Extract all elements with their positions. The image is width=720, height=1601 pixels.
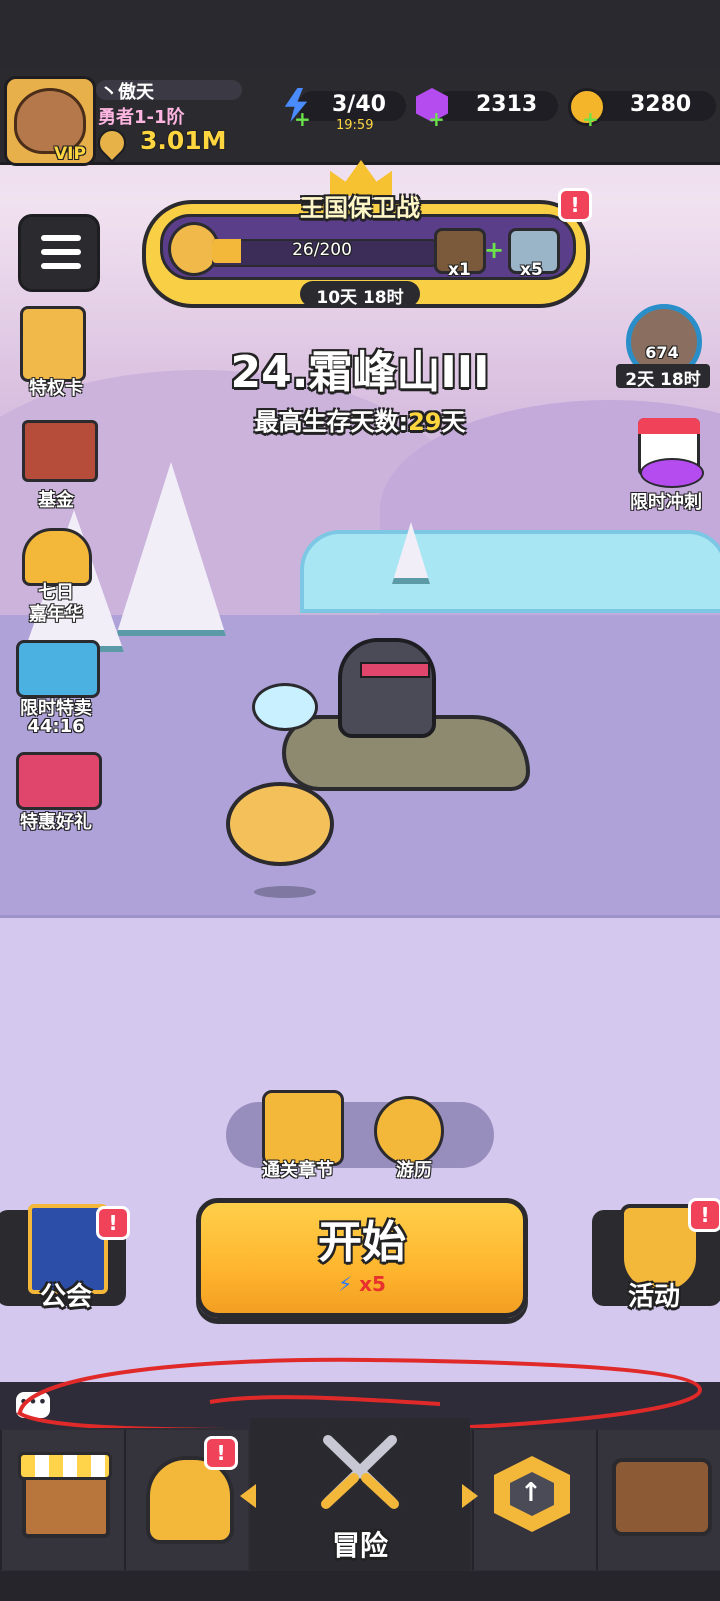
gift-icon[interactable]: [16, 752, 102, 810]
frozen-lake: [300, 530, 720, 613]
activity-alert-badge: !: [688, 1198, 720, 1232]
fund-icon[interactable]: [22, 420, 98, 482]
up-arrow-icon: ↑: [520, 1478, 542, 1508]
feature-label-gift[interactable]: 特惠好礼: [6, 808, 106, 834]
add-energy-icon[interactable]: +: [294, 109, 311, 129]
sprint-label[interactable]: 限时冲刺: [616, 488, 716, 514]
best-survival: 最高生存天数:29天: [0, 402, 720, 437]
activity-label[interactable]: 活动: [628, 1276, 680, 1313]
gem-value: 2313: [476, 92, 538, 117]
best-survival-days: 29: [408, 408, 442, 436]
menu-icon: [41, 263, 81, 269]
boss-count: 674: [645, 343, 679, 362]
piglet-pet: [226, 782, 334, 866]
nav-adventure-label[interactable]: 冒险: [250, 1524, 470, 1564]
banner-title: 王国保卫战: [300, 194, 420, 222]
power-value: 3.01M: [140, 126, 227, 155]
best-survival-unit: 天: [441, 408, 466, 436]
chapter-gate-icon[interactable]: [262, 1090, 344, 1166]
banner-alert-badge: !: [558, 188, 592, 222]
reward-2-count: x5: [520, 260, 543, 280]
guild-label[interactable]: 公会: [40, 1276, 92, 1313]
start-cost: ⚡ x5: [196, 1272, 528, 1296]
energy-value: 3/40: [332, 92, 386, 117]
feature-label-privilege[interactable]: 特权卡: [6, 374, 106, 400]
stage-title: 24.霜峰山III: [230, 347, 490, 398]
gem-pile-icon: [640, 458, 704, 488]
start-label[interactable]: 开始: [196, 1206, 528, 1270]
feature-label-carnival[interactable]: 七日 嘉年华: [6, 582, 106, 626]
reward-1-count: x1: [448, 260, 471, 280]
nav-bottom-strip: [0, 1571, 720, 1601]
ninja-hero: [338, 638, 436, 738]
travel-label[interactable]: 游历: [396, 1156, 432, 1182]
player-name: 丶傲天: [100, 82, 154, 103]
feature-label-fund[interactable]: 基金: [6, 486, 106, 512]
nav-arrow-left-icon: [240, 1484, 256, 1508]
carnival-icon[interactable]: [22, 528, 92, 586]
calendar-header: [638, 418, 700, 434]
privilege-card-icon[interactable]: [20, 306, 86, 382]
menu-icon: [41, 235, 81, 241]
banner-timer: 10天 18时: [316, 288, 404, 308]
status-strip: [0, 0, 720, 70]
nav-arrow-right-icon: [462, 1484, 478, 1508]
boss-timer: 2天 18时: [625, 370, 701, 390]
guild-alert-badge: !: [96, 1206, 130, 1240]
start-cost-value: x5: [359, 1272, 386, 1296]
plus-icon: +: [484, 236, 505, 264]
event-progress-text: 26/200: [292, 240, 352, 260]
energy-timer: 19:59: [336, 118, 374, 133]
equipment-alert-badge: !: [204, 1436, 238, 1470]
character-shadow: [254, 886, 316, 898]
best-survival-label: 最高生存天数:: [254, 408, 409, 436]
vip-badge: VIP: [54, 144, 86, 164]
bird-pet: [252, 683, 318, 731]
energy-bolt-icon: ⚡: [338, 1272, 353, 1296]
crossed-swords-icon: [317, 1430, 403, 1512]
chapters-label[interactable]: 通关章节: [262, 1156, 334, 1182]
add-gem-icon[interactable]: +: [428, 109, 445, 129]
add-coin-icon[interactable]: +: [582, 109, 599, 129]
flash-sale-timer: 44:16: [27, 716, 85, 737]
coin-value: 3280: [630, 92, 692, 117]
flash-sale-icon[interactable]: [16, 640, 100, 698]
treasure-chest-icon: [612, 1458, 712, 1536]
menu-button[interactable]: [18, 214, 100, 292]
menu-icon: [41, 249, 81, 255]
shop-awning: [18, 1452, 112, 1480]
ninja-headband: [360, 662, 430, 678]
